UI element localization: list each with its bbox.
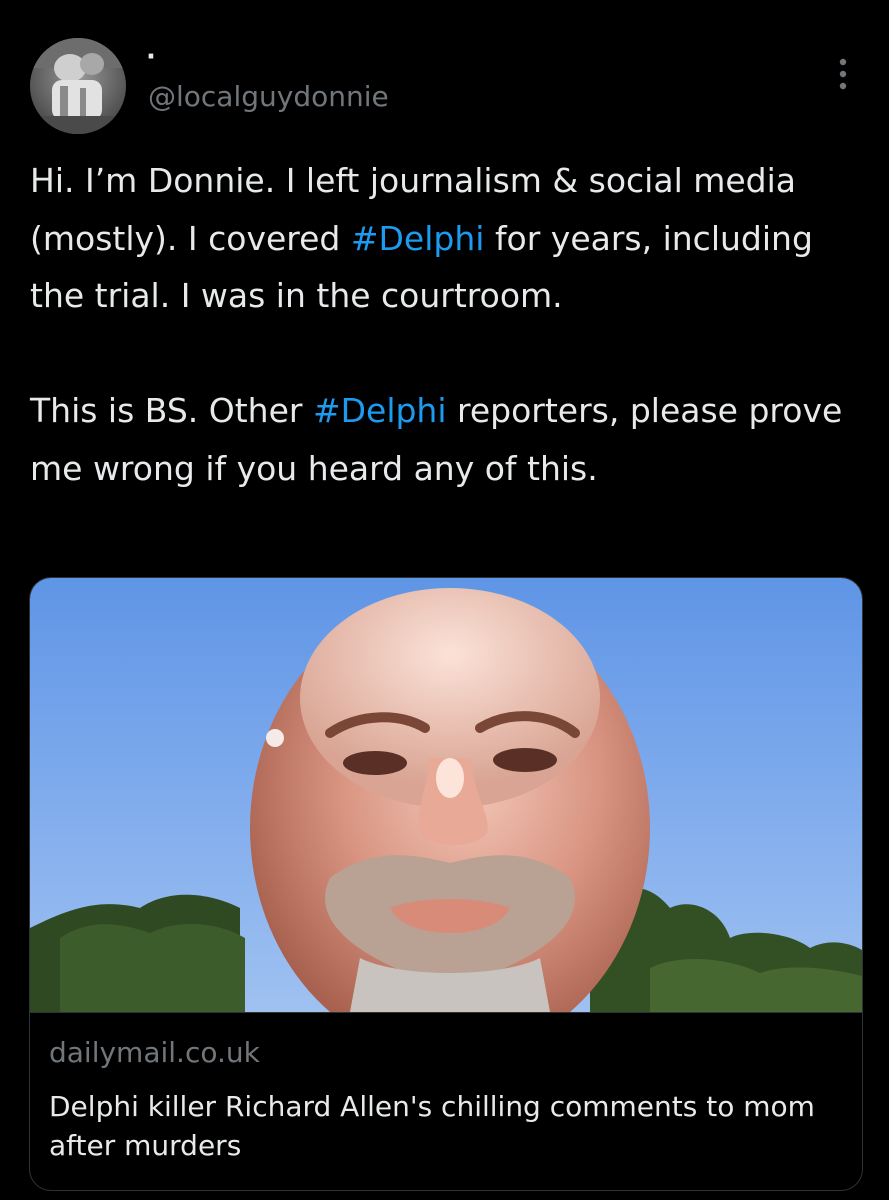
link-preview-image[interactable] — [30, 578, 862, 1012]
tweet: · @localguydonnie Hi. I’m Donnie. I left… — [0, 0, 889, 1200]
tweet-text-segment: This is BS. Other — [30, 391, 313, 430]
tweet-text: Hi. I’m Donnie. I left journalism & soci… — [30, 152, 860, 497]
tweet-paragraph: Hi. I’m Donnie. I left journalism & soci… — [30, 152, 860, 325]
link-preview-card[interactable]: dailymail.co.uk Delphi killer Richard Al… — [29, 577, 863, 1191]
selfie-photo — [30, 578, 862, 1012]
author-handle[interactable]: @localguydonnie — [148, 80, 389, 114]
author-avatar[interactable] — [30, 38, 126, 134]
link-title[interactable]: Delphi killer Richard Allen's chilling c… — [49, 1087, 839, 1165]
link-domain: dailymail.co.uk — [49, 1036, 260, 1069]
more-vertical-icon — [839, 58, 847, 90]
hashtag-link[interactable]: #Delphi — [313, 391, 447, 430]
hashtag-link[interactable]: #Delphi — [351, 219, 485, 258]
avatar-photo — [30, 38, 126, 134]
tweet-paragraph: This is BS. Other #Delphi reporters, ple… — [30, 382, 860, 497]
more-options-button[interactable] — [826, 54, 860, 94]
card-divider — [30, 1012, 862, 1013]
author-display-name[interactable]: · — [146, 42, 156, 72]
